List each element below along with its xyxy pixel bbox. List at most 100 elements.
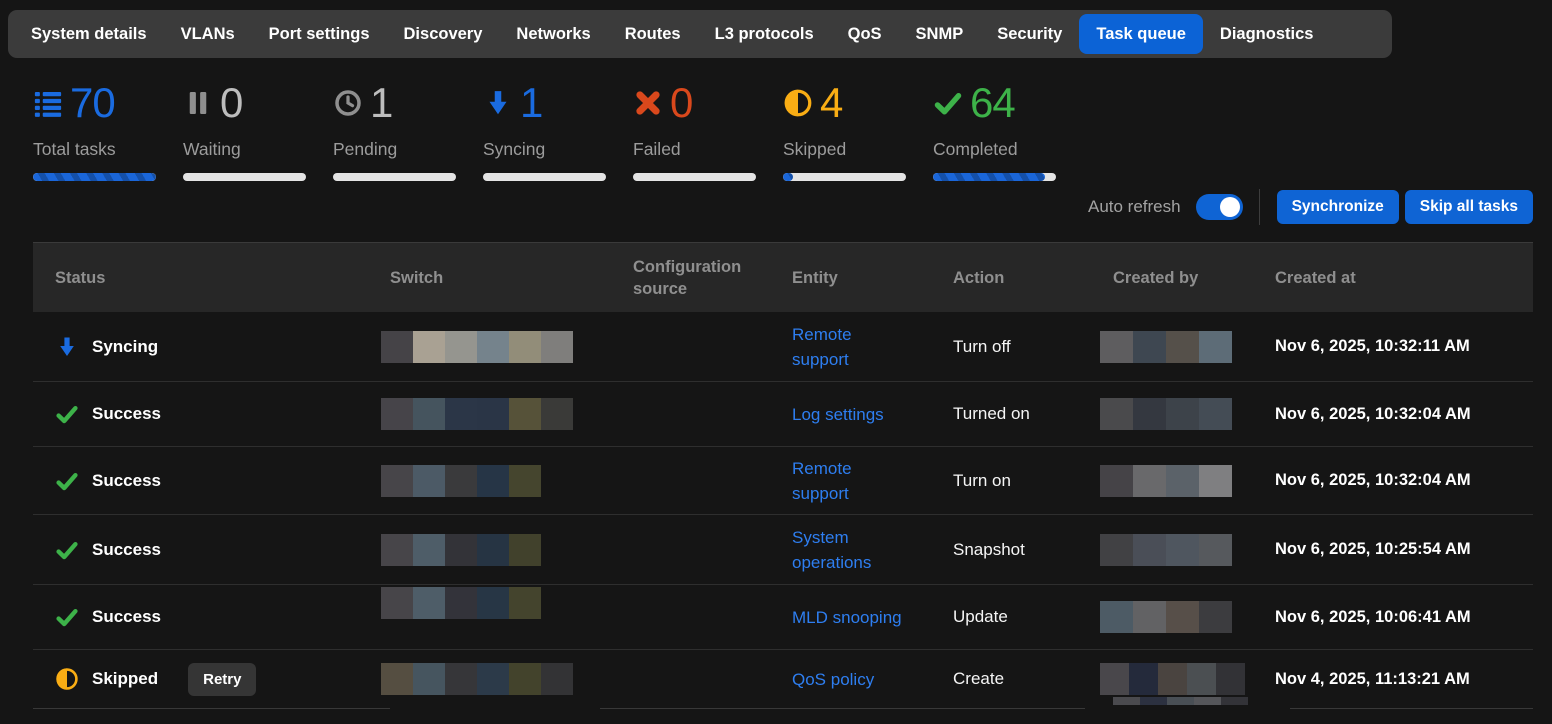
entity-cell: Remote support bbox=[792, 322, 953, 372]
action-cell: Create bbox=[953, 669, 1113, 689]
tab-routes[interactable]: Routes bbox=[608, 14, 698, 54]
table-row: SkippedRetryQoS policyCreateNov 4, 2025,… bbox=[33, 650, 1533, 708]
action-label: Turned on bbox=[953, 404, 1030, 423]
stat-progress-fill bbox=[933, 173, 1045, 181]
switch-cell bbox=[390, 331, 633, 363]
tab-system-details[interactable]: System details bbox=[14, 14, 164, 54]
tab-discovery[interactable]: Discovery bbox=[387, 14, 500, 54]
entity-link[interactable]: MLD snooping bbox=[792, 605, 902, 630]
stat-failed: 0 Failed bbox=[633, 84, 783, 181]
entity-link[interactable]: Remote support bbox=[792, 456, 904, 506]
switch-redacted bbox=[381, 587, 603, 619]
stat-label: Skipped bbox=[783, 138, 933, 160]
half-circle-icon bbox=[783, 88, 813, 118]
column-header-label: Created at bbox=[1275, 269, 1356, 287]
stat-waiting: 0Waiting bbox=[183, 84, 333, 181]
status-cell: Success bbox=[33, 402, 390, 426]
entity-cell: MLD snooping bbox=[792, 605, 953, 630]
check-icon bbox=[933, 88, 963, 118]
tab-l3-protocols[interactable]: L3 protocols bbox=[698, 14, 831, 54]
tab-port-settings[interactable]: Port settings bbox=[252, 14, 387, 54]
status-label: Success bbox=[92, 404, 161, 424]
table-row: Success System operations Snapshot Nov 6, 2… bbox=[33, 515, 1533, 585]
created-at-value: Nov 6, 2025, 10:25:54 AM bbox=[1275, 540, 1471, 558]
column-header-label: Configuration source bbox=[633, 258, 741, 298]
status-label: Success bbox=[92, 607, 161, 627]
status-cell: Success bbox=[33, 469, 390, 493]
tab-snmp[interactable]: SNMP bbox=[899, 14, 981, 54]
column-header-label: Entity bbox=[792, 269, 838, 287]
entity-cell: QoS policy bbox=[792, 667, 953, 692]
status-cell: Success bbox=[33, 605, 390, 629]
status-cell: Success bbox=[33, 538, 390, 562]
tab-diagnostics[interactable]: Diagnostics bbox=[1203, 14, 1331, 54]
row-divider bbox=[33, 708, 390, 709]
action-label: Turn off bbox=[953, 337, 1011, 356]
column-header-label: Created by bbox=[1113, 269, 1198, 287]
stat-value: 4 bbox=[820, 84, 842, 122]
entity-link[interactable]: Log settings bbox=[792, 402, 884, 427]
table-header: StatusSwitchConfiguration sourceEntityAc… bbox=[33, 242, 1533, 312]
stat-label: Syncing bbox=[483, 138, 633, 160]
skip-all-tasks-button[interactable]: Skip all tasks bbox=[1405, 190, 1533, 224]
column-header-action: Action bbox=[953, 267, 1113, 289]
retry-button[interactable]: Retry bbox=[188, 663, 256, 696]
stat-progress-bar bbox=[933, 173, 1056, 181]
switch-cell bbox=[390, 601, 633, 633]
controls-divider bbox=[1259, 189, 1260, 225]
stat-label: Pending bbox=[333, 138, 483, 160]
created-by-cell bbox=[1113, 601, 1275, 633]
row-divider bbox=[1290, 708, 1533, 709]
switch-cell bbox=[390, 398, 633, 430]
entity-cell: System operations bbox=[792, 525, 953, 575]
action-cell: Snapshot bbox=[953, 540, 1113, 560]
task-stats: 70Total tasks0Waiting1Pending1Syncing0Fa… bbox=[33, 84, 1083, 181]
table-row: SuccessRemote supportTurn onNov 6, 2025,… bbox=[33, 447, 1533, 515]
stat-progress-bar bbox=[483, 173, 606, 181]
entity-link[interactable]: Remote support bbox=[792, 322, 904, 372]
action-cell: Turn off bbox=[953, 337, 1113, 357]
entity-link[interactable]: QoS policy bbox=[792, 667, 874, 692]
status-label: Success bbox=[92, 471, 161, 491]
stat-label: Completed bbox=[933, 138, 1083, 160]
created-by-redacted bbox=[1100, 534, 1245, 566]
arrow-down-icon bbox=[483, 88, 513, 118]
created-at-value: Nov 6, 2025, 10:32:04 AM bbox=[1275, 471, 1471, 489]
entity-cell: Remote support bbox=[792, 456, 953, 506]
created-by-redacted bbox=[1100, 331, 1245, 363]
x-icon bbox=[633, 88, 663, 118]
status-label: Success bbox=[92, 540, 161, 560]
column-header-label: Status bbox=[55, 267, 105, 289]
tab-networks[interactable]: Networks bbox=[499, 14, 607, 54]
stat-skipped: 4 Skipped bbox=[783, 84, 933, 181]
switch-cell bbox=[390, 465, 633, 497]
stat-progress-bar bbox=[633, 173, 756, 181]
column-header-status: Status bbox=[33, 267, 390, 289]
tab-task-queue[interactable]: Task queue bbox=[1079, 14, 1203, 54]
entity-link[interactable]: System operations bbox=[792, 525, 904, 575]
switch-redacted bbox=[381, 465, 603, 497]
created-at-cell: Nov 6, 2025, 10:32:04 AM bbox=[1275, 471, 1533, 490]
stat-value: 0 bbox=[670, 84, 692, 122]
auto-refresh-toggle[interactable] bbox=[1196, 194, 1243, 220]
list-icon bbox=[33, 88, 63, 118]
action-label: Create bbox=[953, 669, 1004, 688]
entity-cell: Log settings bbox=[792, 402, 953, 427]
tab-qos[interactable]: QoS bbox=[831, 14, 899, 54]
stat-label: Failed bbox=[633, 138, 783, 160]
synchronize-button[interactable]: Synchronize bbox=[1277, 190, 1399, 224]
tab-vlans[interactable]: VLANs bbox=[164, 14, 252, 54]
auto-refresh-label: Auto refresh bbox=[1088, 197, 1181, 217]
status-cell: SkippedRetry bbox=[33, 663, 390, 696]
switch-redacted bbox=[381, 663, 603, 695]
check-icon bbox=[55, 402, 79, 426]
created-at-value: Nov 6, 2025, 10:32:04 AM bbox=[1275, 405, 1471, 423]
stat-progress-bar bbox=[33, 173, 156, 181]
table-row: SuccessMLD snoopingUpdateNov 6, 2025, 10… bbox=[33, 585, 1533, 650]
stat-pending: 1Pending bbox=[333, 84, 483, 181]
stat-total-tasks: 70Total tasks bbox=[33, 84, 183, 181]
created-by-cell bbox=[1113, 465, 1275, 497]
created-at-cell: Nov 6, 2025, 10:32:04 AM bbox=[1275, 405, 1533, 424]
toggle-knob bbox=[1220, 197, 1240, 217]
tab-security[interactable]: Security bbox=[980, 14, 1079, 54]
